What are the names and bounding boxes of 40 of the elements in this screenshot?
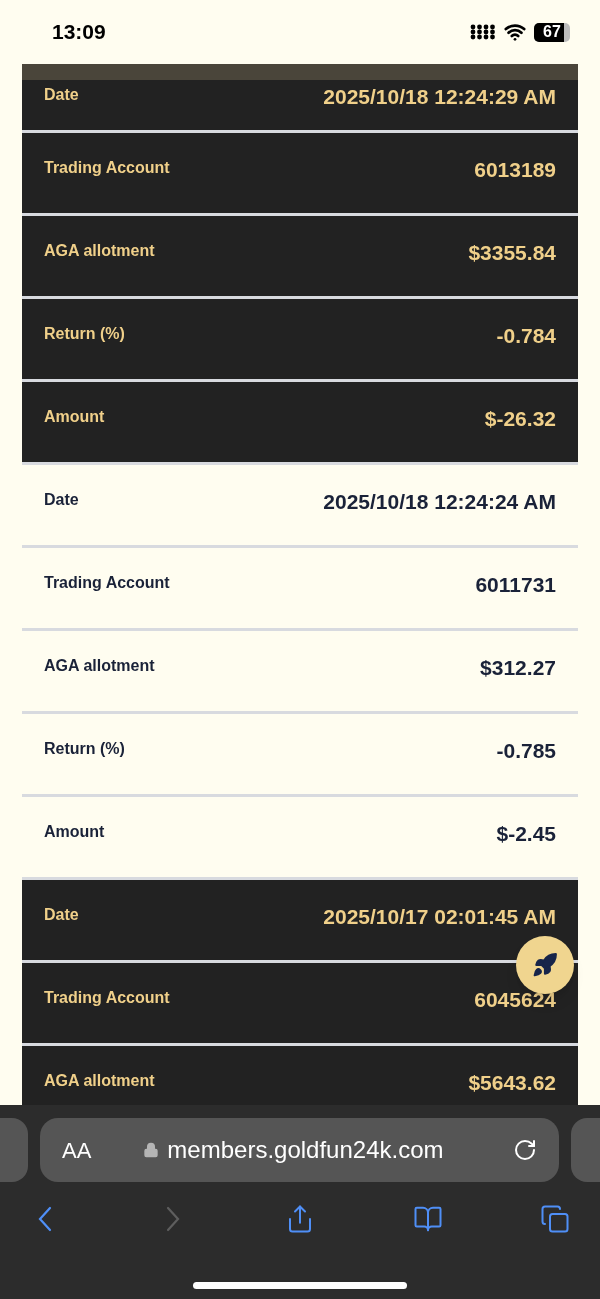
field-value: 6011731	[475, 572, 556, 598]
address-bar[interactable]: AA members.goldfun24k.com	[40, 1118, 559, 1182]
field-label: Trading Account	[44, 158, 170, 178]
rocket-icon	[532, 952, 558, 978]
lock-icon	[143, 1142, 160, 1158]
signal-icon	[470, 24, 496, 40]
field-value: $-26.32	[484, 406, 556, 432]
field-value: $5643.62	[468, 1070, 556, 1096]
field-value: 2025/10/18 12:24:29 AM	[323, 84, 556, 110]
status-time: 13:09	[52, 19, 106, 46]
field-label: Amount	[44, 407, 105, 427]
field-label: Date	[44, 85, 79, 105]
field-value: $-2.45	[496, 821, 556, 847]
field-label: AGA allotment	[44, 241, 155, 261]
field-label: AGA allotment	[44, 656, 155, 676]
field-value: 6045624	[474, 987, 556, 1013]
field-value: 6013189	[474, 157, 556, 183]
field-label: Trading Account	[44, 988, 170, 1008]
wifi-icon	[504, 21, 526, 43]
field-value: 2025/10/17 02:01:45 AM	[323, 904, 556, 930]
field-label: Return (%)	[44, 739, 125, 759]
book-icon	[412, 1204, 443, 1234]
url-text: members.goldfun24k.com	[167, 1135, 444, 1165]
back-icon	[38, 1206, 52, 1232]
field-label: AGA allotment	[44, 1071, 155, 1091]
field-value: $3355.84	[468, 240, 556, 266]
text-size-button[interactable]: AA	[62, 1133, 92, 1167]
field-label: Date	[44, 905, 79, 925]
field-value: -0.785	[496, 738, 556, 764]
tabs-icon	[540, 1204, 570, 1234]
field-label: Trading Account	[44, 573, 170, 593]
battery-level: 67	[543, 24, 561, 40]
field-label: Amount	[44, 822, 105, 842]
field-value: -0.784	[496, 323, 556, 349]
forward-icon	[165, 1206, 180, 1232]
field-value: $312.27	[480, 655, 556, 681]
reload-icon[interactable]	[513, 1138, 537, 1162]
field-label: Return (%)	[44, 324, 125, 344]
field-label: Date	[44, 490, 79, 510]
field-value: 2025/10/18 12:24:24 AM	[323, 489, 556, 515]
